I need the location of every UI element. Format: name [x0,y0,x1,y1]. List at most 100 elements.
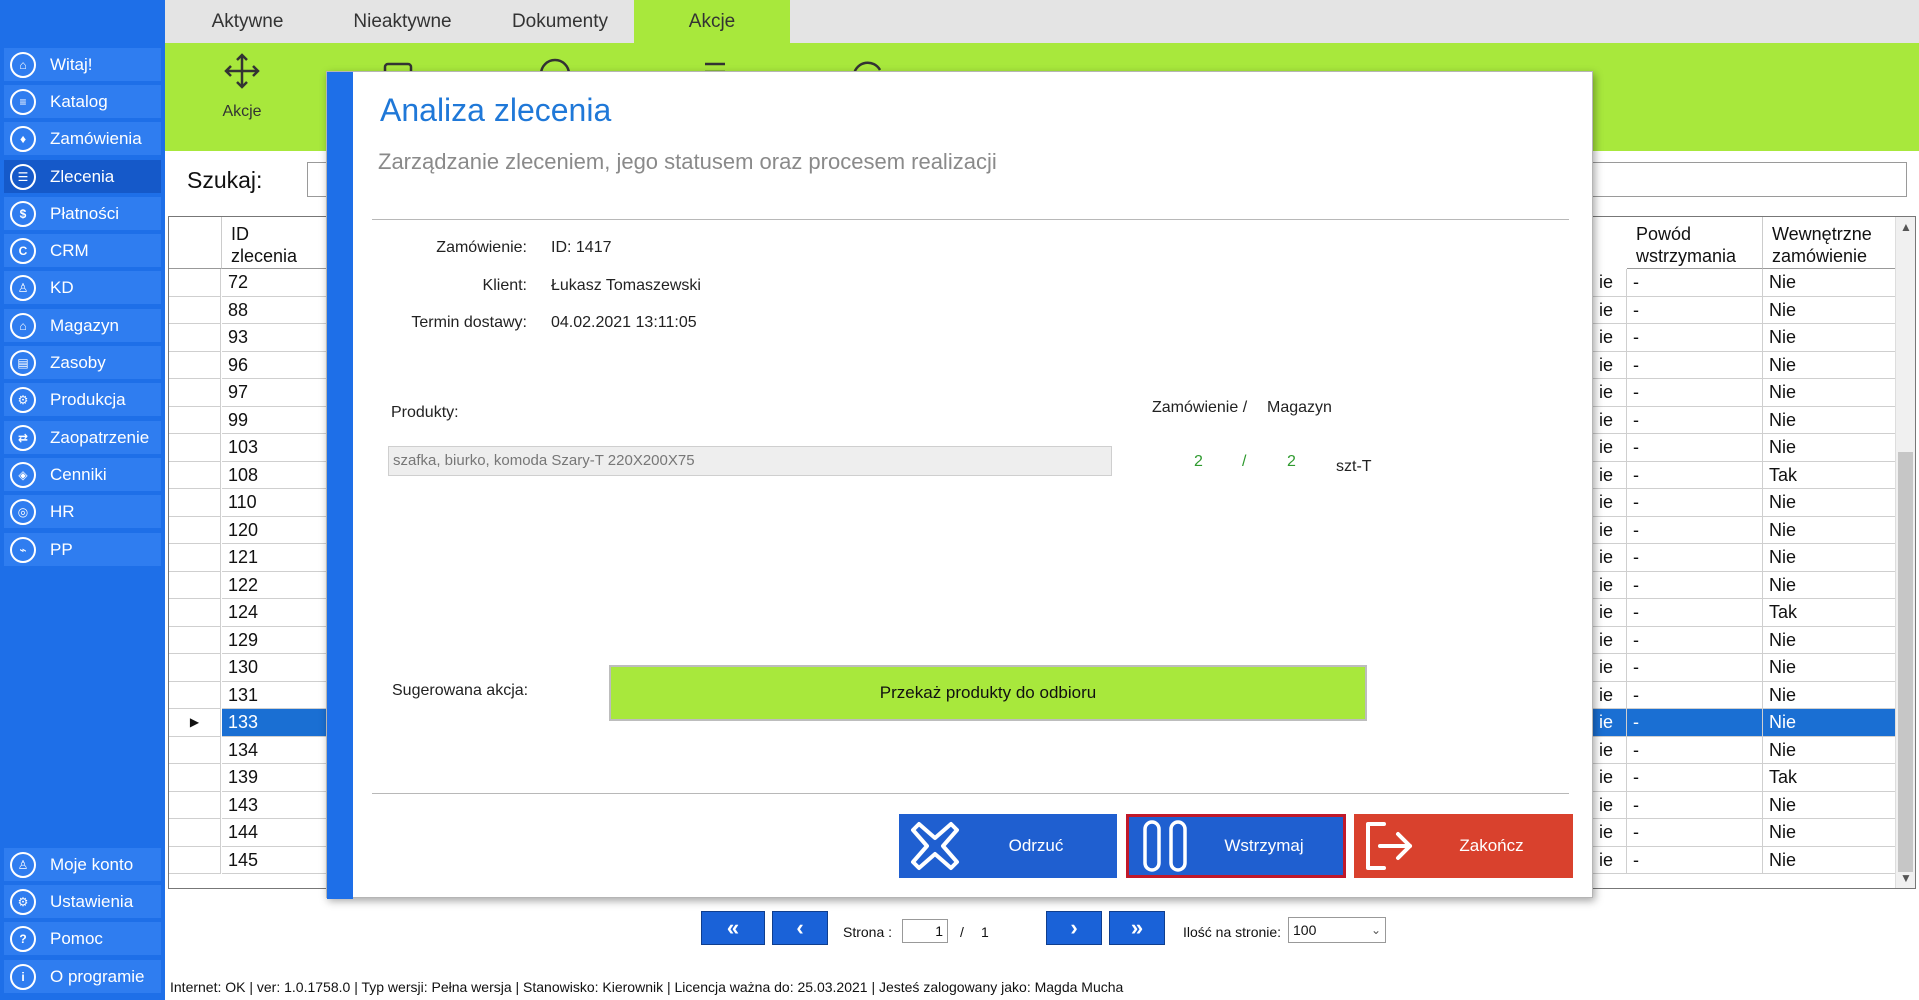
first-page-button[interactable]: « [701,911,765,945]
hold-button[interactable]: Wstrzymaj [1126,814,1346,878]
row-header[interactable] [169,351,221,379]
sidebar-item-12[interactable]: ◎ HR [4,495,161,528]
cell-hold-reason[interactable]: - [1627,846,1763,874]
cell-hold-reason[interactable]: - [1627,406,1763,434]
row-header[interactable] [169,379,221,407]
scroll-up-icon[interactable]: ▲ [1896,217,1915,237]
cell-partial[interactable]: ie [1593,406,1627,434]
row-header[interactable] [169,736,221,764]
cell-partial[interactable]: ie [1593,544,1627,572]
cell-internal-order[interactable]: Tak [1763,461,1897,489]
cell-partial[interactable]: ie [1593,379,1627,407]
cell-hold-reason[interactable]: - [1627,626,1763,654]
sidebar-item-9[interactable]: ⚙ Produkcja [4,383,161,416]
cell-partial[interactable]: ie [1593,791,1627,819]
cell-internal-order[interactable]: Nie [1763,791,1897,819]
row-header[interactable] [169,626,221,654]
actions-ribbon-button[interactable]: Akcje [192,43,292,151]
vertical-scrollbar[interactable]: ▲ ▼ [1895,217,1915,888]
row-header[interactable] [169,269,221,297]
cell-partial[interactable]: ie [1593,324,1627,352]
cell-partial[interactable]: ie [1593,599,1627,627]
cell-partial[interactable]: ie [1593,709,1627,737]
sidebar-item-2[interactable]: ♦ Zamówienia [4,122,161,155]
cell-partial[interactable]: ie [1593,269,1627,297]
cell-hold-reason[interactable]: - [1627,571,1763,599]
cell-internal-order[interactable]: Nie [1763,654,1897,682]
cell-hold-reason[interactable]: - [1627,764,1763,792]
cell-partial[interactable]: ie [1593,351,1627,379]
last-page-button[interactable]: » [1109,911,1165,945]
cell-partial[interactable]: ie [1593,736,1627,764]
row-header[interactable] [169,516,221,544]
cell-hold-reason[interactable]: - [1627,434,1763,462]
row-header[interactable] [169,791,221,819]
cell-internal-order[interactable]: Nie [1763,819,1897,847]
cell-hold-reason[interactable]: - [1627,461,1763,489]
cell-hold-reason[interactable]: - [1627,516,1763,544]
cell-internal-order[interactable]: Nie [1763,379,1897,407]
cell-hold-reason[interactable]: - [1627,709,1763,737]
cell-hold-reason[interactable]: - [1627,269,1763,297]
sidebar-bottom-item-0[interactable]: ♙ Moje konto [4,848,161,881]
reject-button[interactable]: Odrzuć [899,814,1117,878]
row-header[interactable] [169,681,221,709]
cell-partial[interactable]: ie [1593,819,1627,847]
cell-internal-order[interactable]: Nie [1763,516,1897,544]
cell-internal-order[interactable]: Nie [1763,406,1897,434]
cell-partial[interactable]: ie [1593,654,1627,682]
per-page-select[interactable]: 100 ⌄ [1288,917,1386,943]
row-header[interactable] [169,434,221,462]
sidebar-item-7[interactable]: ⌂ Magazyn [4,309,161,342]
sidebar-item-11[interactable]: ◈ Cenniki [4,458,161,491]
sidebar-bottom-item-1[interactable]: ⚙ Ustawienia [4,885,161,918]
cell-partial[interactable]: ie [1593,626,1627,654]
page-number-input[interactable]: 1 [902,919,948,943]
cell-partial[interactable]: ie [1593,571,1627,599]
sidebar-bottom-item-2[interactable]: ? Pomoc [4,922,161,955]
row-header[interactable] [169,599,221,627]
sidebar-item-0[interactable]: ⌂ Witaj! [4,48,161,81]
cell-internal-order[interactable]: Nie [1763,269,1897,297]
cell-hold-reason[interactable]: - [1627,736,1763,764]
finish-button[interactable]: Zakończ [1354,814,1573,878]
cell-partial[interactable]: ie [1593,296,1627,324]
cell-internal-order[interactable]: Nie [1763,736,1897,764]
sidebar-item-5[interactable]: C CRM [4,234,161,267]
sidebar-item-4[interactable]: $ Płatności [4,197,161,230]
sidebar-item-8[interactable]: ▤ Zasoby [4,346,161,379]
cell-hold-reason[interactable]: - [1627,489,1763,517]
sidebar-item-13[interactable]: ⌁ PP [4,533,161,566]
cell-partial[interactable]: ie [1593,516,1627,544]
cell-hold-reason[interactable]: - [1627,819,1763,847]
row-header[interactable] [169,544,221,572]
cell-internal-order[interactable]: Nie [1763,324,1897,352]
row-header[interactable] [169,324,221,352]
cell-internal-order[interactable]: Tak [1763,599,1897,627]
cell-hold-reason[interactable]: - [1627,544,1763,572]
row-header[interactable] [169,489,221,517]
row-header[interactable] [169,296,221,324]
sidebar-item-6[interactable]: ♙ KD [4,271,161,304]
cell-partial[interactable]: ie [1593,434,1627,462]
cell-internal-order[interactable]: Nie [1763,626,1897,654]
cell-internal-order[interactable]: Tak [1763,764,1897,792]
cell-internal-order[interactable]: Nie [1763,571,1897,599]
header-internal-order[interactable]: Wewnętrzne zamówienie [1763,217,1897,269]
header-hold-reason[interactable]: Powód wstrzymania [1627,217,1763,269]
tab-aktywne[interactable]: Aktywne [185,0,310,43]
row-header[interactable] [169,571,221,599]
cell-hold-reason[interactable]: - [1627,379,1763,407]
cell-hold-reason[interactable]: - [1627,351,1763,379]
row-header[interactable] [169,406,221,434]
cell-internal-order[interactable]: Nie [1763,296,1897,324]
scroll-thumb[interactable] [1898,452,1913,872]
cell-partial[interactable]: ie [1593,681,1627,709]
cell-internal-order[interactable]: Nie [1763,709,1897,737]
sidebar-item-3[interactable]: ☰ Zlecenia [4,160,161,193]
cell-hold-reason[interactable]: - [1627,599,1763,627]
row-header[interactable] [169,461,221,489]
cell-internal-order[interactable]: Nie [1763,351,1897,379]
cell-hold-reason[interactable]: - [1627,681,1763,709]
cell-partial[interactable]: ie [1593,461,1627,489]
